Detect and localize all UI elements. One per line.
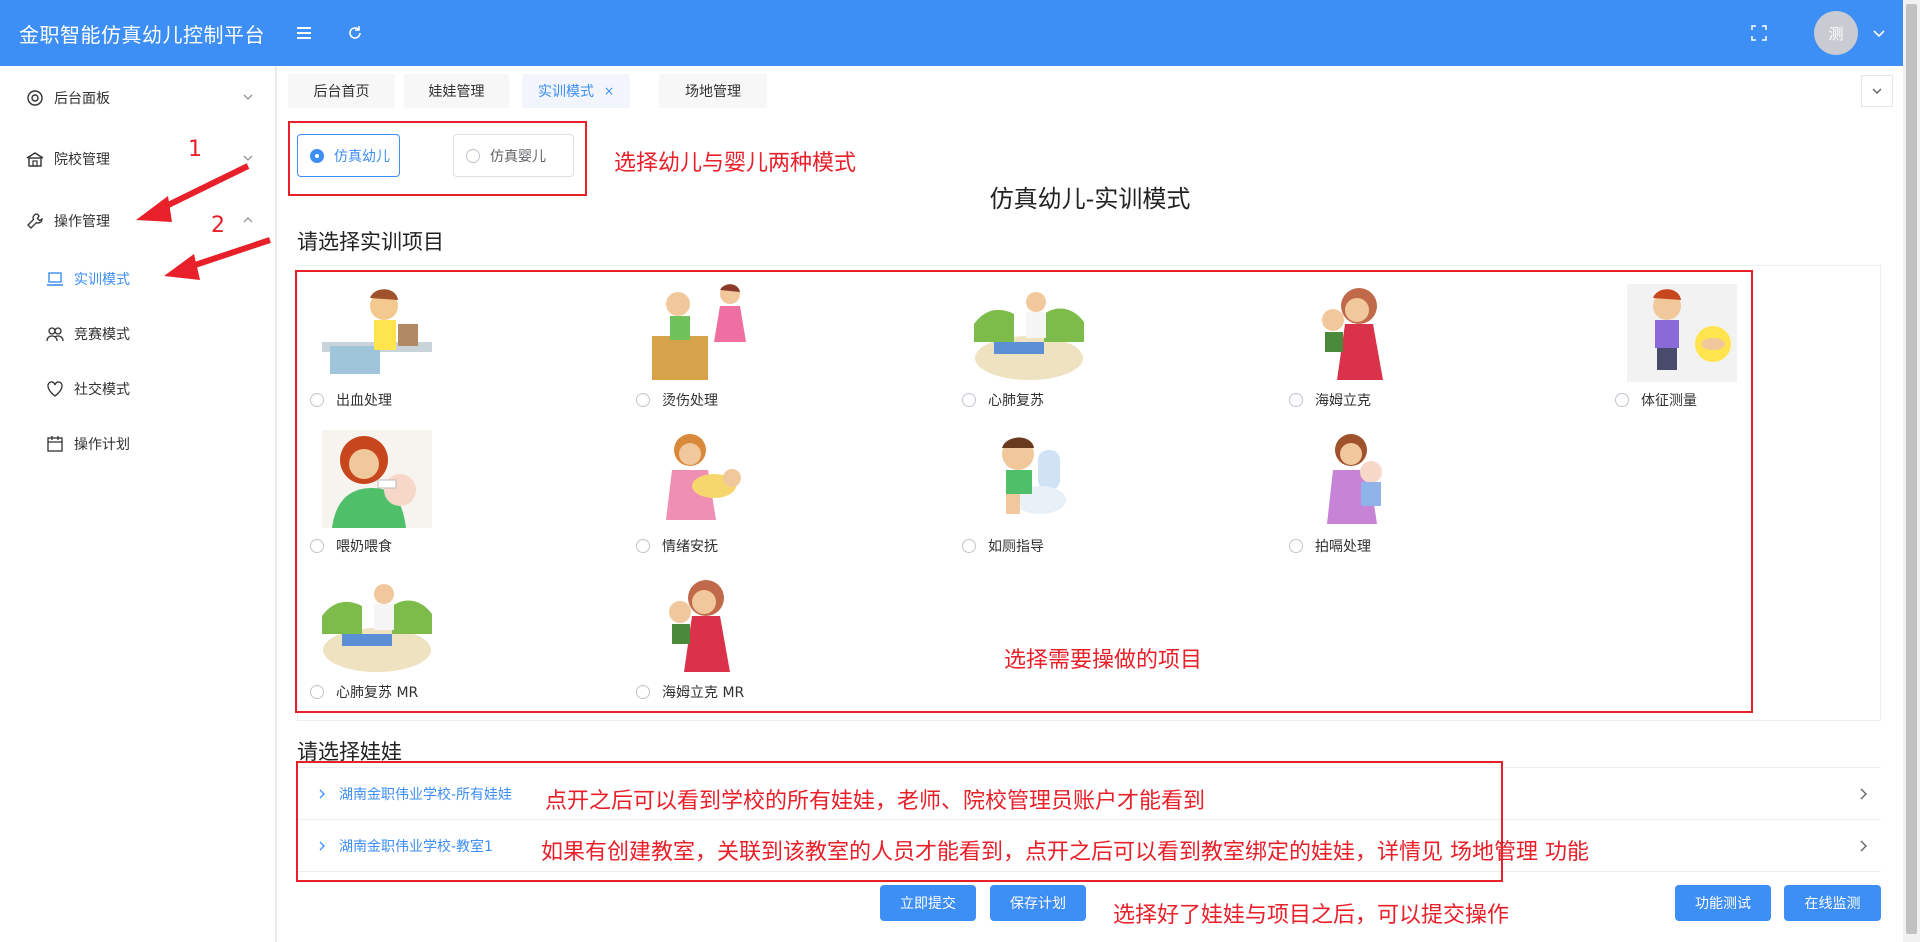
sidebar-subitem-social[interactable]: 社交模式 [0,369,276,409]
refresh-button[interactable] [330,0,380,66]
chevron-down-icon[interactable] [1872,26,1886,40]
sidebar-item-label: 操作管理 [54,214,110,230]
sidebar: 后台面板 院校管理 操作管理 实训模式 竞赛模式 社交模式 操作计划 [0,66,276,942]
tab-label: 后台首页 [313,84,370,100]
tab-doll-management[interactable]: 娃娃管理 [404,74,509,108]
sidebar-subitem-competition[interactable]: 竞赛模式 [0,314,276,354]
dashboard-icon [27,90,43,106]
menu-toggle-button[interactable] [280,0,330,66]
chevron-down-icon [1872,88,1882,94]
sidebar-subitem-plan[interactable]: 操作计划 [0,424,276,464]
annotation-mode-note: 选择幼儿与婴儿两种模式 [614,151,857,176]
page-scrollbar[interactable] [1903,0,1920,942]
annotation-doll-note-2: 如果有创建教室，关联到该教室的人员才能看到，点开之后可以看到教室绑定的娃娃，详情… [541,840,1589,865]
tabs-dropdown-button[interactable] [1861,75,1893,107]
wrench-icon [27,213,43,229]
sidebar-subitem-label: 竞赛模式 [74,327,130,343]
heart-icon [47,381,63,397]
top-header: 金职智能仿真幼儿控制平台 测 [0,0,1920,66]
annotation-step-1: 1 [188,137,202,162]
scrollbar-thumb[interactable] [1906,4,1917,934]
tabs-bar: 后台首页 娃娃管理 实训模式 × 场地管理 [277,66,1903,116]
sidebar-item-operation[interactable]: 操作管理 [0,201,276,241]
fullscreen-icon [1751,25,1767,41]
project-section-title: 请选择实训项目 [297,230,444,254]
sidebar-subitem-label: 操作计划 [74,437,130,453]
save-plan-button[interactable]: 保存计划 [990,885,1086,921]
hamburger-icon [297,27,311,39]
sidebar-item-label: 院校管理 [54,152,110,168]
function-test-button[interactable]: 功能测试 [1675,885,1771,921]
close-icon[interactable]: × [604,84,614,98]
chevron-right-icon [1860,788,1867,800]
sidebar-subitem-label: 社交模式 [74,382,130,398]
tab-label: 场地管理 [685,84,741,100]
annotation-project-note: 选择需要操做的项目 [1004,648,1203,673]
school-icon [26,152,44,167]
laptop-icon [47,272,63,286]
annotation-submit-note: 选择好了娃娃与项目之后，可以提交操作 [1113,903,1510,928]
users-icon [46,327,64,342]
chevron-right-icon [1860,840,1867,852]
tab-training-mode[interactable]: 实训模式 × [522,74,630,108]
annotation-mode-box [288,121,587,196]
chevron-down-icon [243,155,253,161]
chevron-up-icon [243,217,253,223]
calendar-icon [47,436,63,452]
annotation-doll-note-1: 点开之后可以看到学校的所有娃娃，老师、院校管理员账户才能看到 [545,789,1206,814]
annotation-step-2: 2 [211,213,225,238]
tab-venue-management[interactable]: 场地管理 [659,74,767,108]
online-monitor-button[interactable]: 在线监测 [1784,885,1881,921]
user-avatar[interactable]: 测 [1814,11,1858,55]
fullscreen-button[interactable] [1734,0,1784,66]
sidebar-item-dashboard[interactable]: 后台面板 [0,78,276,118]
sidebar-item-school[interactable]: 院校管理 [0,139,276,179]
app-title: 金职智能仿真幼儿控制平台 [19,22,265,47]
tab-label: 娃娃管理 [428,84,485,100]
sidebar-subitem-label: 实训模式 [74,272,130,288]
chevron-down-icon [243,94,253,100]
tab-label: 实训模式 [537,84,594,100]
sidebar-subitem-training[interactable]: 实训模式 [0,259,276,299]
tab-home[interactable]: 后台首页 [288,74,395,108]
submit-button[interactable]: 立即提交 [880,885,976,921]
sidebar-item-label: 后台面板 [54,91,110,107]
refresh-icon [349,26,361,39]
